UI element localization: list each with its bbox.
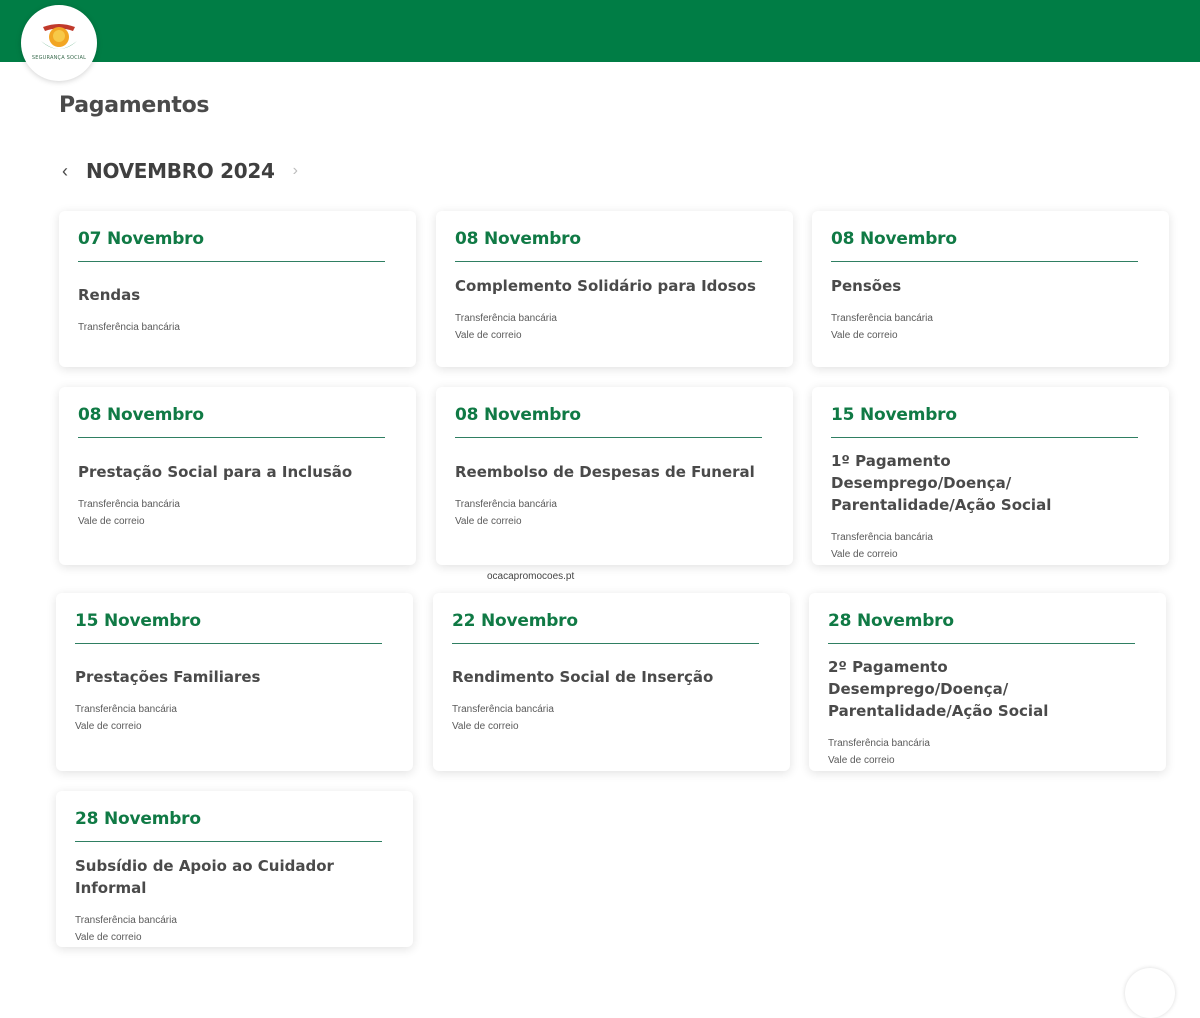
divider bbox=[831, 261, 1138, 262]
payment-card: 08 Novembro Reembolso de Despesas de Fun… bbox=[436, 387, 793, 565]
divider bbox=[455, 437, 762, 438]
payment-card: 28 Novembro Subsídio de Apoio ao Cuidado… bbox=[56, 791, 413, 947]
month-navigation: ‹ NOVEMBRO 2024 › bbox=[62, 156, 298, 186]
payment-title: Subsídio de Apoio ao Cuidador Informal bbox=[75, 857, 334, 897]
payment-title: 1º Pagamento Desemprego/Doença/ Parental… bbox=[831, 452, 1052, 514]
payment-date: 08 Novembro bbox=[455, 229, 581, 249]
payment-card: 28 Novembro 2º Pagamento Desemprego/Doen… bbox=[809, 593, 1166, 771]
payment-method: Vale de correio bbox=[75, 932, 142, 943]
payment-method: Transferência bancária bbox=[75, 704, 177, 715]
divider bbox=[831, 437, 1138, 438]
payment-card: 15 Novembro Prestações Familiares Transf… bbox=[56, 593, 413, 771]
payment-method: Transferência bancária bbox=[78, 322, 180, 333]
payment-date: 22 Novembro bbox=[452, 611, 578, 631]
logo-text: SEGURANÇA SOCIAL bbox=[31, 55, 87, 61]
payment-methods: Transferência bancária Vale de correio bbox=[831, 529, 1150, 563]
logo[interactable]: SEGURANÇA SOCIAL bbox=[21, 5, 97, 81]
payment-methods: Transferência bancária Vale de correio bbox=[455, 496, 774, 530]
payment-method: Vale de correio bbox=[831, 549, 898, 560]
payment-method: Transferência bancária bbox=[455, 499, 557, 510]
payment-methods: Transferência bancária Vale de correio bbox=[78, 496, 397, 530]
payment-methods: Transferência bancária Vale de correio bbox=[455, 310, 774, 344]
payment-title: 2º Pagamento Desemprego/Doença/ Parental… bbox=[828, 658, 1049, 720]
logo-emblem-icon bbox=[41, 24, 77, 49]
payment-date: 08 Novembro bbox=[455, 405, 581, 425]
payment-card: 08 Novembro Prestação Social para a Incl… bbox=[59, 387, 416, 565]
payment-method: Vale de correio bbox=[831, 330, 898, 341]
payment-card: 15 Novembro 1º Pagamento Desemprego/Doen… bbox=[812, 387, 1169, 565]
payment-card: 08 Novembro Complemento Solidário para I… bbox=[436, 211, 793, 367]
payment-method: Transferência bancária bbox=[455, 313, 557, 324]
payment-methods: Transferência bancária Vale de correio bbox=[75, 912, 394, 946]
payment-date: 07 Novembro bbox=[78, 229, 204, 249]
divider bbox=[452, 643, 759, 644]
payment-method: Vale de correio bbox=[455, 330, 522, 341]
payment-card: 07 Novembro Rendas Transferência bancári… bbox=[59, 211, 416, 367]
payment-title: Prestação Social para a Inclusão bbox=[78, 463, 353, 481]
payment-method: Vale de correio bbox=[455, 516, 522, 527]
payment-methods: Transferência bancária bbox=[78, 319, 397, 336]
payment-method: Transferência bancária bbox=[828, 738, 930, 749]
payment-method: Transferência bancária bbox=[831, 532, 933, 543]
payment-methods: Transferência bancária Vale de correio bbox=[831, 310, 1150, 344]
payment-title: Complemento Solidário para Idosos bbox=[455, 277, 756, 295]
payment-date: 15 Novembro bbox=[75, 611, 201, 631]
divider bbox=[75, 643, 382, 644]
payment-title: Rendimento Social de Inserção bbox=[452, 668, 714, 686]
payment-methods: Transferência bancária Vale de correio bbox=[75, 701, 394, 735]
payment-title: Prestações Familiares bbox=[75, 668, 261, 686]
divider bbox=[78, 261, 385, 262]
payment-method: Vale de correio bbox=[452, 721, 519, 732]
payment-method: Transferência bancária bbox=[452, 704, 554, 715]
payment-title: Reembolso de Despesas de Funeral bbox=[455, 463, 755, 481]
payment-methods: Transferência bancária Vale de correio bbox=[828, 735, 1147, 769]
payment-method: Transferência bancária bbox=[78, 499, 180, 510]
scroll-to-top-button[interactable] bbox=[1125, 968, 1175, 1018]
payment-date: 28 Novembro bbox=[828, 611, 954, 631]
payment-card: 22 Novembro Rendimento Social de Inserçã… bbox=[433, 593, 790, 771]
payment-method: Transferência bancária bbox=[831, 313, 933, 324]
chevron-left-icon[interactable]: ‹ bbox=[62, 161, 68, 182]
chevron-right-icon[interactable]: › bbox=[293, 162, 298, 180]
payment-methods: Transferência bancária Vale de correio bbox=[452, 701, 771, 735]
payment-date: 08 Novembro bbox=[78, 405, 204, 425]
divider bbox=[78, 437, 385, 438]
watermark-text: ocacapromocoes.pt bbox=[487, 571, 575, 582]
page-title: Pagamentos bbox=[59, 93, 210, 118]
month-label: NOVEMBRO 2024 bbox=[86, 159, 275, 183]
payment-method: Vale de correio bbox=[828, 755, 895, 766]
payment-card: 08 Novembro Pensões Transferência bancár… bbox=[812, 211, 1169, 367]
payment-date: 28 Novembro bbox=[75, 809, 201, 829]
divider bbox=[455, 261, 762, 262]
divider bbox=[75, 841, 382, 842]
payment-method: Vale de correio bbox=[78, 516, 145, 527]
payment-date: 08 Novembro bbox=[831, 229, 957, 249]
payment-date: 15 Novembro bbox=[831, 405, 957, 425]
divider bbox=[828, 643, 1135, 644]
payment-title: Rendas bbox=[78, 286, 141, 304]
top-bar bbox=[0, 0, 1200, 62]
payment-method: Vale de correio bbox=[75, 721, 142, 732]
payment-title: Pensões bbox=[831, 277, 902, 295]
payment-method: Transferência bancária bbox=[75, 915, 177, 926]
